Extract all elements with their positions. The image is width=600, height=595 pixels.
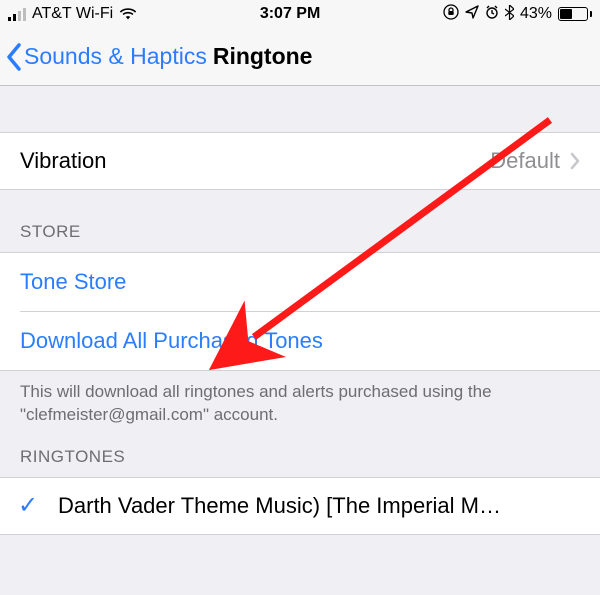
signal-icon <box>8 7 26 21</box>
chevron-right-icon <box>570 152 580 170</box>
tone-store-label: Tone Store <box>20 269 126 295</box>
store-footer: This will download all ringtones and ale… <box>0 371 600 427</box>
status-bar: AT&T Wi-Fi 3:07 PM 43% <box>0 0 600 28</box>
location-icon <box>465 5 479 23</box>
download-all-label: Download All Purchased Tones <box>20 328 323 354</box>
checkmark-icon: ✓ <box>18 491 42 520</box>
alarm-icon <box>485 5 499 24</box>
ringtone-row-selected[interactable]: ✓ Darth Vader Theme Music) [The Imperial… <box>0 477 600 535</box>
vibration-value: Default <box>490 148 560 174</box>
ringtone-title: Darth Vader Theme Music) [The Imperial M… <box>58 493 501 519</box>
back-label: Sounds & Haptics <box>24 43 207 70</box>
vibration-label: Vibration <box>20 148 106 174</box>
battery-icon <box>558 7 592 21</box>
ringtones-header: RINGTONES <box>0 427 600 477</box>
clock: 3:07 PM <box>137 5 443 23</box>
download-all-row[interactable]: Download All Purchased Tones <box>0 312 600 370</box>
store-group: Tone Store Download All Purchased Tones <box>0 252 600 371</box>
wifi-icon <box>119 7 137 21</box>
carrier-label: AT&T Wi-Fi <box>32 5 113 23</box>
tone-store-row[interactable]: Tone Store <box>0 253 600 311</box>
status-left: AT&T Wi-Fi <box>8 5 137 23</box>
store-header: STORE <box>0 190 600 252</box>
back-button[interactable]: Sounds & Haptics <box>6 43 207 71</box>
battery-pct: 43% <box>520 5 552 23</box>
bluetooth-icon <box>505 5 514 24</box>
orientation-lock-icon <box>443 4 459 25</box>
chevron-left-icon <box>6 43 22 71</box>
status-right: 43% <box>443 4 592 25</box>
page-title: Ringtone <box>213 43 313 70</box>
nav-bar: Sounds & Haptics Ringtone <box>0 28 600 86</box>
vibration-row[interactable]: Vibration Default <box>0 132 600 190</box>
